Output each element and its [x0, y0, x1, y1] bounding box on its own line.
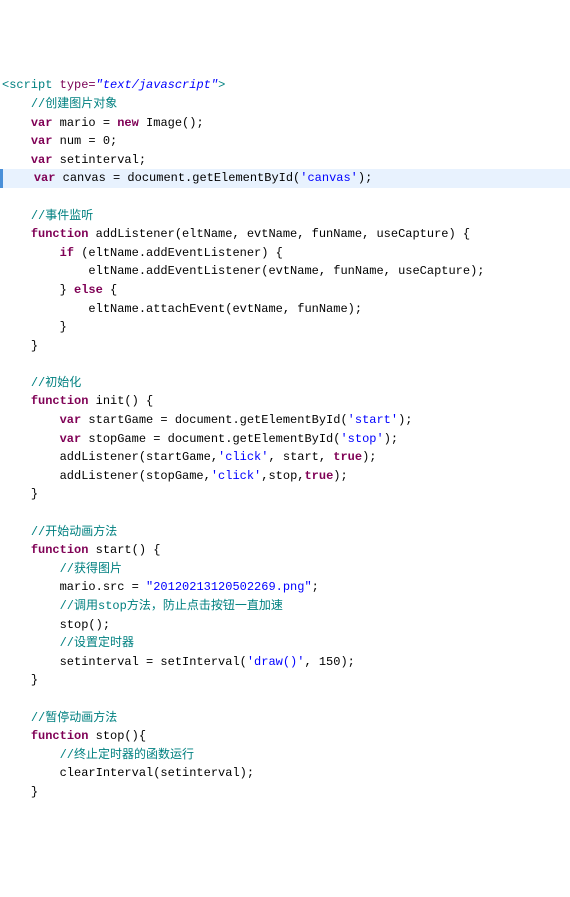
attr-type: type=	[60, 78, 96, 92]
code-text: addListener(eltName, evtName, funName, u…	[88, 227, 470, 241]
string: 'draw()'	[247, 655, 305, 669]
code-text: stop(){	[88, 729, 146, 743]
code-text: );	[358, 171, 372, 185]
code-text: mario =	[52, 116, 117, 130]
attr-type-val: "text/javascript"	[96, 78, 218, 92]
code-text: stopGame = document.getElementById(	[81, 432, 340, 446]
comment: //设置定时器	[60, 636, 134, 650]
code-text: num = 0;	[52, 134, 117, 148]
code-text: start() {	[88, 543, 160, 557]
keyword-true: true	[304, 469, 333, 483]
comment: //获得图片	[60, 562, 122, 576]
code-text: setinterval;	[52, 153, 146, 167]
code-text: clearInterval(setinterval);	[60, 766, 254, 780]
code-text: {	[103, 283, 117, 297]
string: "20120213120502269.png"	[146, 580, 312, 594]
code-text: }	[31, 785, 38, 799]
comment: //创建图片对象	[31, 97, 117, 111]
comment: //终止定时器的函数运行	[60, 748, 194, 762]
code-text: stop();	[60, 618, 110, 632]
code-text: );	[362, 450, 376, 464]
keyword-var: var	[60, 432, 82, 446]
code-text: canvas = document.getElementById(	[55, 171, 300, 185]
highlighted-line: var canvas = document.getElementById('ca…	[0, 169, 570, 188]
code-text: ,stop,	[261, 469, 304, 483]
keyword-function: function	[31, 394, 89, 408]
comment: //开始动画方法	[31, 525, 117, 539]
code-text: );	[384, 432, 398, 446]
code-text: addListener(startGame,	[60, 450, 218, 464]
code-text: setinterval = setInterval(	[60, 655, 247, 669]
code-text: init() {	[88, 394, 153, 408]
keyword-var: var	[31, 134, 53, 148]
code-text: }	[31, 487, 38, 501]
code-text: (eltName.addEventListener) {	[74, 246, 283, 260]
keyword-if: if	[60, 246, 74, 260]
keyword-var: var	[31, 116, 53, 130]
string: 'stop'	[340, 432, 383, 446]
tag-open: <script	[2, 78, 52, 92]
code-text: mario.src =	[60, 580, 146, 594]
comment: //初始化	[31, 376, 81, 390]
code-block: <script type="text/javascript"> //创建图片对象…	[0, 74, 570, 803]
keyword-var: var	[60, 413, 82, 427]
keyword-true: true	[333, 450, 362, 464]
code-text: );	[398, 413, 412, 427]
keyword-new: new	[117, 116, 139, 130]
string: 'canvas'	[300, 171, 358, 185]
code-text: }	[60, 320, 67, 334]
code-text: startGame = document.getElementById(	[81, 413, 347, 427]
code-text: );	[333, 469, 347, 483]
code-text: }	[31, 339, 38, 353]
comment: //暂停动画方法	[31, 711, 117, 725]
code-text: ;	[312, 580, 319, 594]
comment: //调用stop方法，防止点击按钮一直加速	[60, 599, 283, 613]
string: 'click'	[218, 450, 268, 464]
string: 'click'	[211, 469, 261, 483]
code-text: }	[60, 283, 67, 297]
code-text: Image();	[139, 116, 204, 130]
code-text: eltName.addEventListener(evtName, funNam…	[88, 264, 484, 278]
code-text: addListener(stopGame,	[60, 469, 211, 483]
keyword-else: else	[74, 283, 103, 297]
comment: //事件监听	[31, 209, 93, 223]
keyword-var: var	[31, 153, 53, 167]
code-text: eltName.attachEvent(evtName, funName);	[88, 302, 362, 316]
keyword-function: function	[31, 227, 89, 241]
code-text: }	[31, 673, 38, 687]
keyword-function: function	[31, 729, 89, 743]
keyword-var: var	[34, 171, 56, 185]
tag-close: >	[218, 78, 225, 92]
code-text: , 150);	[304, 655, 354, 669]
keyword-function: function	[31, 543, 89, 557]
code-text: , start,	[268, 450, 333, 464]
string: 'start'	[348, 413, 398, 427]
